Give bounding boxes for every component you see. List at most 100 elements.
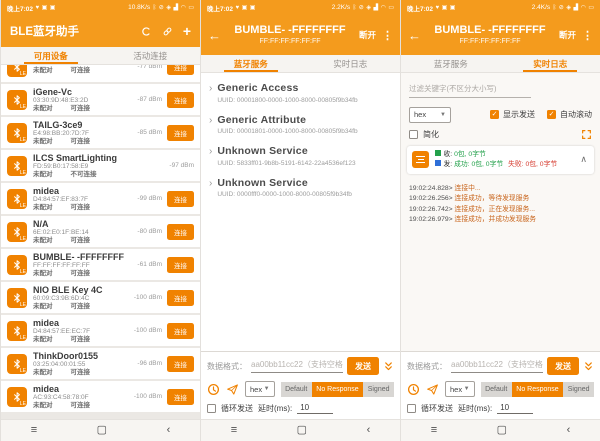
bluetooth-device-icon: LE [7, 387, 27, 407]
device-info: N/A 6E:02:E0:1F:BE:14 未配对 可连接 [27, 219, 137, 245]
back-button[interactable]: ‹ [167, 425, 171, 436]
overflow-menu-icon[interactable]: ⋮ [582, 29, 593, 42]
simplify-checkbox[interactable] [409, 130, 418, 139]
connect-button[interactable]: 连接 [167, 290, 194, 306]
recents-button[interactable]: ≡ [231, 425, 237, 436]
fullscreen-icon[interactable] [581, 129, 592, 140]
home-button[interactable]: ▢ [97, 425, 107, 436]
connectable-status: 可连接 [71, 270, 91, 278]
format-select[interactable]: hex ▼ [245, 381, 275, 397]
back-button[interactable]: ‹ [367, 425, 371, 436]
back-arrow-icon[interactable]: ← [408, 29, 421, 42]
connectable-status: 可连接 [71, 369, 91, 377]
overflow-menu-icon[interactable]: ⋮ [382, 29, 393, 42]
segment-default[interactable]: Default [281, 382, 312, 397]
log-list[interactable]: 19:02:24.828> 连接中... 19:02:26.256> 连接成功，… [401, 177, 600, 233]
connect-button[interactable]: 连接 [167, 224, 194, 240]
connect-button[interactable]: 连接 [167, 125, 194, 141]
timer-icon[interactable] [207, 383, 220, 396]
log-entry: 19:02:26.256> 连接成功，等待发现服务 [409, 194, 592, 205]
chevron-down-icon: ▼ [440, 112, 446, 118]
segment-no-response[interactable]: No Response [312, 382, 363, 397]
recents-button[interactable]: ≡ [31, 425, 37, 436]
rx-stats-line: 收: 0包, 0字节 [435, 150, 572, 160]
write-type-segments: Default No Response Signed [281, 382, 394, 397]
service-row[interactable]: › Generic Attribute UUID: 00001801-0000-… [201, 108, 400, 140]
scan-refresh-icon[interactable] [141, 26, 152, 37]
expand-more-icon[interactable] [383, 361, 394, 372]
device-list[interactable]: LE 42:02:00:00:42:41 未配对 可连接 -77 dBm 连接 … [1, 65, 200, 419]
loop-send-checkbox[interactable] [207, 404, 216, 413]
send-panel: 数据格式： aa00bb11cc22（支持空格） 发送 hex ▼ Defaul… [401, 351, 600, 419]
connect-button[interactable]: 连接 [167, 191, 194, 207]
segment-signed[interactable]: Signed [363, 382, 394, 397]
connect-button[interactable]: 连接 [167, 65, 194, 75]
device-row[interactable]: LE iGene-Vc 03:30:9D:48:E3:2D 未配对 可连接 -8… [1, 84, 200, 115]
net-speed: 2.4K/s [532, 4, 550, 11]
data-input[interactable]: aa00bb11cc22（支持空格） [451, 359, 543, 373]
segment-default[interactable]: Default [481, 382, 512, 397]
back-button[interactable]: ‹ [567, 425, 571, 436]
tab-realtime-log[interactable]: 实时日志 [301, 55, 401, 72]
tab-bluetooth-services[interactable]: 蓝牙服务 [401, 55, 501, 72]
home-button[interactable]: ▢ [297, 425, 307, 436]
segment-no-response[interactable]: No Response [512, 382, 563, 397]
segment-signed[interactable]: Signed [563, 382, 594, 397]
service-list[interactable]: › Generic Access UUID: 00001800-0000-100… [201, 73, 400, 202]
format-select[interactable]: hex ▼ [445, 381, 475, 397]
expand-more-icon[interactable] [583, 361, 594, 372]
delay-input[interactable]: 10 [297, 403, 333, 414]
connect-button[interactable]: 连接 [167, 389, 194, 405]
device-row[interactable]: LE NIO BLE Key 4C 60:09:C3:9B:6D:4C 未配对 … [1, 282, 200, 313]
device-row[interactable]: LE midea D4:84:57:EF:83:7F 未配对 可连接 -99 d… [1, 183, 200, 214]
device-row[interactable]: LE midea AC:93:C4:58:78:0F 未配对 可连接 -100 … [1, 381, 200, 412]
device-info: TAILG-3ce9 E4:98:BB:20:7D:7F 未配对 可连接 [27, 120, 137, 146]
device-name: ILCS SmartLighting [33, 153, 169, 163]
service-row[interactable]: › Unknown Service UUID: 0000fff0-0000-10… [201, 171, 400, 203]
delay-input[interactable]: 10 [497, 403, 533, 414]
log-format-select[interactable]: hex ▼ [409, 107, 451, 123]
collapse-icon[interactable]: ∧ [578, 154, 589, 165]
home-button[interactable]: ▢ [497, 425, 507, 436]
tab-available-devices[interactable]: 可用设备 [1, 47, 101, 64]
connect-button[interactable]: 连接 [167, 323, 194, 339]
recents-button[interactable]: ≡ [431, 425, 437, 436]
disconnect-button[interactable]: 断开 [559, 29, 576, 41]
device-row[interactable]: LE 42:02:00:00:42:41 未配对 可连接 -77 dBm 连接 [1, 65, 200, 82]
data-input[interactable]: aa00bb11cc22（支持空格） [251, 359, 343, 373]
disconnect-button[interactable]: 断开 [359, 29, 376, 41]
screen-realtime-log: 晚上7:02 ♥ ▣ ▣ 2.4K/s ᛒ ⊘ ◈ ▟ ◠ ▭ ← BUMBLE… [400, 0, 600, 441]
service-row[interactable]: › Unknown Service UUID: 5833ff01-9b8b-51… [201, 139, 400, 171]
device-row[interactable]: LE BUMBLE- -FFFFFFFF FF:FF:FF:FF:FF:FF 未… [1, 249, 200, 280]
show-send-checkbox[interactable]: ✓ [490, 110, 499, 119]
auto-scroll-checkbox[interactable]: ✓ [547, 110, 556, 119]
loop-send-checkbox[interactable] [407, 404, 416, 413]
device-row[interactable]: LE N/A 6E:02:E0:1F:BE:14 未配对 可连接 -80 dBm… [1, 216, 200, 247]
device-row[interactable]: LE TAILG-3ce9 E4:98:BB:20:7D:7F 未配对 可连接 … [1, 117, 200, 148]
timer-icon[interactable] [407, 383, 420, 396]
tab-active-connections[interactable]: 活动连接 [101, 47, 201, 64]
delay-label: 延时(ms): [258, 403, 292, 414]
send-button[interactable]: 发送 [347, 357, 379, 375]
device-row[interactable]: LE ILCS SmartLighting FD:59:B0:17:58:E9 … [1, 150, 200, 181]
filter-keyword-input[interactable]: 过滤关键字(不区分大小写) [409, 83, 531, 98]
traffic-stats-card[interactable]: 收: 0包, 0字节 发: 成功: 0包, 0字节 失败: 0包, 0字节 ∧ [407, 146, 594, 174]
tab-bluetooth-services[interactable]: 蓝牙服务 [201, 55, 301, 72]
send-button[interactable]: 发送 [547, 357, 579, 375]
service-row[interactable]: › Generic Access UUID: 00001800-0000-100… [201, 76, 400, 108]
paper-plane-icon[interactable] [226, 383, 239, 396]
device-mac: D4:84:57:EF:83:7F [33, 196, 137, 204]
back-arrow-icon[interactable]: ← [208, 29, 221, 42]
link-icon[interactable] [162, 26, 173, 37]
device-mac: 60:09:C3:9B:6D:4C [33, 295, 134, 303]
connect-button[interactable]: 连接 [167, 92, 194, 108]
add-icon[interactable]: + [183, 25, 191, 37]
tab-realtime-log[interactable]: 实时日志 [501, 55, 600, 72]
device-row[interactable]: LE ThinkDoor0155 03:25:04:00:01:55 未配对 可… [1, 348, 200, 379]
connect-button[interactable]: 连接 [167, 257, 194, 273]
show-send-label: 显示发送 [503, 109, 535, 120]
bluetooth-icon: ᛒ [553, 5, 557, 11]
device-row[interactable]: LE midea D4:84:57:EE:EC:7F 未配对 可连接 -100 … [1, 315, 200, 346]
connect-button[interactable]: 连接 [167, 356, 194, 372]
paper-plane-icon[interactable] [426, 383, 439, 396]
